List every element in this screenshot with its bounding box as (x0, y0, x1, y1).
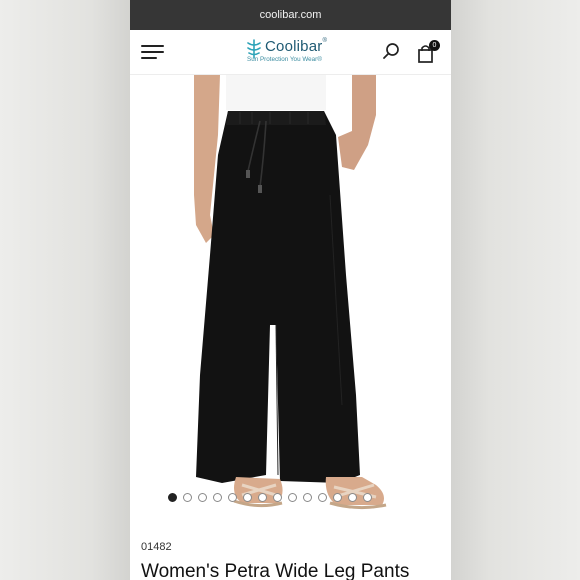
site-header: Coolibar® Sun Protection You Wear® 0 (130, 30, 451, 75)
carousel-dot-12[interactable] (333, 493, 342, 502)
carousel-dot-1[interactable] (168, 493, 177, 502)
background-left (0, 0, 130, 580)
carousel-dot-2[interactable] (183, 493, 192, 502)
image-carousel-dots (168, 493, 372, 505)
carousel-dot-8[interactable] (273, 493, 282, 502)
search-icon[interactable] (382, 42, 400, 60)
carousel-dot-6[interactable] (243, 493, 252, 502)
product-image[interactable] (130, 75, 451, 520)
phone-screen: coolibar.com Coolibar® Sun Protection Yo… (130, 0, 451, 580)
cart-count-badge: 0 (429, 40, 440, 51)
product-title: Women's Petra Wide Leg Pants (141, 561, 410, 580)
product-sku: 01482 (141, 541, 172, 553)
cart-button[interactable]: 0 (415, 40, 443, 64)
background-right (451, 0, 580, 580)
logo-registered: ® (322, 38, 328, 44)
logo-tagline: Sun Protection You Wear® (247, 56, 322, 63)
carousel-dot-4[interactable] (213, 493, 222, 502)
hamburger-menu-icon[interactable] (141, 44, 164, 60)
browser-url-bar[interactable]: coolibar.com (130, 0, 451, 30)
logo-name: Coolibar (265, 38, 323, 55)
product-photo (194, 75, 387, 510)
carousel-dot-3[interactable] (198, 493, 207, 502)
coolibar-logo[interactable]: Coolibar® Sun Protection You Wear® (246, 37, 346, 67)
carousel-dot-14[interactable] (363, 493, 372, 502)
carousel-dot-13[interactable] (348, 493, 357, 502)
carousel-dot-11[interactable] (318, 493, 327, 502)
carousel-dot-5[interactable] (228, 493, 237, 502)
url-text: coolibar.com (259, 9, 322, 21)
carousel-dot-9[interactable] (288, 493, 297, 502)
carousel-dot-7[interactable] (258, 493, 267, 502)
carousel-dot-10[interactable] (303, 493, 312, 502)
